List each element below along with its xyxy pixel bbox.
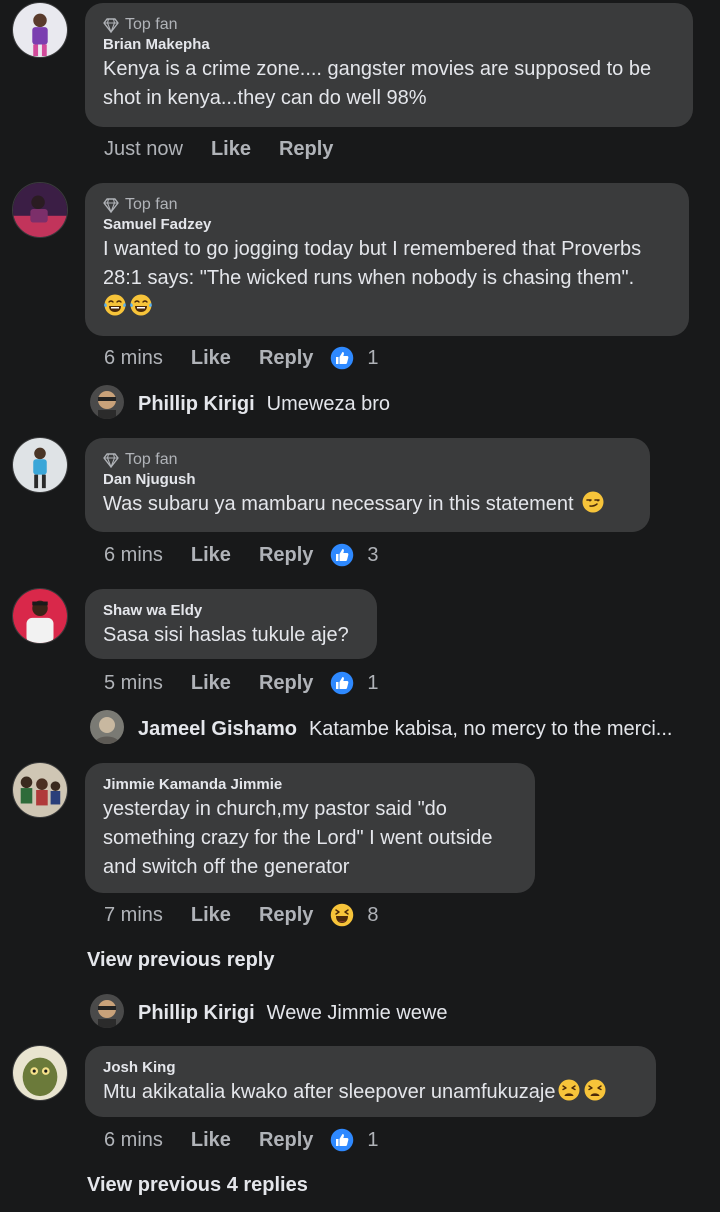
laughing-tears-emoji	[103, 293, 127, 317]
top-fan-badge: Top fan	[103, 195, 671, 215]
comment-author[interactable]: Jimmie Kamanda Jimmie	[103, 775, 517, 795]
avatar[interactable]	[90, 994, 124, 1028]
comment-actions: 5 mins Like Reply 1	[104, 669, 379, 697]
gem-icon	[103, 17, 119, 33]
comment-time[interactable]: Just now	[104, 138, 183, 161]
comment-text: Mtu akikatalia kwako after sleepover una…	[103, 1078, 638, 1107]
avatar[interactable]	[12, 437, 68, 493]
like-button[interactable]: Like	[191, 672, 231, 695]
comment-text: Sasa sisi haslas tukule aje?	[103, 624, 349, 646]
reply-button[interactable]: Reply	[259, 672, 313, 695]
reply-author[interactable]: Phillip Kirigi	[138, 1002, 255, 1025]
reaction-count[interactable]: 1	[367, 1129, 378, 1152]
reaction-count[interactable]: 8	[367, 904, 378, 927]
reply-text: Wewe Jimmie wewe	[266, 1001, 448, 1024]
comment-actions: Just now Like Reply	[104, 135, 351, 163]
top-fan-badge: Top fan	[103, 450, 632, 470]
view-previous-replies-link[interactable]: View previous reply	[87, 949, 275, 972]
reply-button[interactable]: Reply	[259, 1129, 313, 1152]
reply-author[interactable]: Jameel Gishamo	[138, 718, 297, 741]
like-icon[interactable]	[329, 345, 355, 371]
reply-author[interactable]: Phillip Kirigi	[138, 393, 255, 416]
comment-bubble[interactable]: Top fan Dan Njugush Was subaru ya mambar…	[85, 438, 650, 532]
like-icon[interactable]	[329, 1127, 355, 1153]
gem-icon	[103, 452, 119, 468]
comment-actions: 6 mins Like Reply 1	[104, 1126, 379, 1154]
avatar[interactable]	[12, 588, 68, 644]
comment-bubble[interactable]: Shaw wa Eldy Sasa sisi haslas tukule aje…	[85, 589, 377, 659]
avatar[interactable]	[12, 182, 68, 238]
comment-actions: 7 mins Like Reply 8	[104, 901, 379, 929]
comment-text: I wanted to go jogging today but I remem…	[103, 235, 678, 322]
avatar[interactable]	[90, 385, 124, 419]
comment-text: Kenya is a crime zone.... gangster movie…	[103, 58, 657, 109]
comment-bubble[interactable]: Jimmie Kamanda Jimmie yesterday in churc…	[85, 763, 535, 893]
view-previous-replies-link[interactable]: View previous 4 replies	[87, 1174, 308, 1197]
avatar[interactable]	[12, 1045, 68, 1101]
reply-preview[interactable]: Phillip Kirigi Wewe Jimmie wewe	[138, 996, 447, 1030]
reply-text: Katambe kabisa, no mercy to the merci...	[308, 717, 673, 740]
comment-text: Was subaru ya mambaru necessary in this …	[103, 490, 632, 519]
badge-label: Top fan	[125, 196, 178, 213]
comment-actions: 6 mins Like Reply 1	[104, 344, 379, 372]
weary-emoji	[557, 1078, 581, 1102]
like-icon[interactable]	[329, 542, 355, 568]
smirk-emoji	[581, 490, 605, 514]
reply-preview[interactable]: Phillip Kirigi Umeweza bro	[138, 387, 390, 421]
reaction-count[interactable]: 1	[367, 347, 378, 370]
comment-time[interactable]: 6 mins	[104, 1129, 163, 1152]
comment-time[interactable]: 6 mins	[104, 347, 163, 370]
like-icon[interactable]	[329, 670, 355, 696]
comment-author[interactable]: Dan Njugush	[103, 470, 632, 490]
reaction-count[interactable]: 3	[367, 544, 378, 567]
comment-author[interactable]: Josh King	[103, 1058, 638, 1078]
reply-button[interactable]: Reply	[259, 904, 313, 927]
comment-text-body: I wanted to go jogging today but I remem…	[103, 238, 647, 289]
badge-label: Top fan	[125, 451, 178, 468]
like-button[interactable]: Like	[191, 347, 231, 370]
weary-emoji	[583, 1078, 607, 1102]
comment-author[interactable]: Shaw wa Eldy	[103, 601, 359, 621]
reaction-count[interactable]: 1	[367, 672, 378, 695]
avatar[interactable]	[12, 2, 68, 58]
reply-text: Umeweza bro	[266, 392, 391, 415]
gem-icon	[103, 197, 119, 213]
reply-button[interactable]: Reply	[279, 138, 333, 161]
reply-button[interactable]: Reply	[259, 544, 313, 567]
like-button[interactable]: Like	[211, 138, 251, 161]
comment-text-body: Mtu akikatalia kwako after sleepover una…	[103, 1081, 556, 1103]
comment-author[interactable]: Brian Makepha	[103, 35, 675, 55]
comment-time[interactable]: 6 mins	[104, 544, 163, 567]
badge-label: Top fan	[125, 16, 178, 33]
top-fan-badge: Top fan	[103, 15, 675, 35]
comment-text-body: Was subaru ya mambaru necessary in this …	[103, 493, 574, 515]
comment-author[interactable]: Samuel Fadzey	[103, 215, 671, 235]
comment-time[interactable]: 5 mins	[104, 672, 163, 695]
reply-preview[interactable]: Jameel Gishamo Katambe kabisa, no mercy …	[138, 712, 672, 746]
haha-icon[interactable]	[329, 902, 355, 928]
comment-bubble[interactable]: Josh King Mtu akikatalia kwako after sle…	[85, 1046, 656, 1117]
like-button[interactable]: Like	[191, 904, 231, 927]
like-button[interactable]: Like	[191, 1129, 231, 1152]
reply-button[interactable]: Reply	[259, 347, 313, 370]
comment-time[interactable]: 7 mins	[104, 904, 163, 927]
comment-text: yesterday in church,my pastor said "do s…	[103, 798, 499, 878]
comment-actions: 6 mins Like Reply 3	[104, 541, 379, 569]
like-button[interactable]: Like	[191, 544, 231, 567]
avatar[interactable]	[12, 762, 68, 818]
comment-bubble[interactable]: Top fan Samuel Fadzey I wanted to go jog…	[85, 183, 689, 336]
laughing-tears-emoji	[129, 293, 153, 317]
comment-bubble[interactable]: Top fan Brian Makepha Kenya is a crime z…	[85, 3, 693, 127]
avatar[interactable]	[90, 710, 124, 744]
